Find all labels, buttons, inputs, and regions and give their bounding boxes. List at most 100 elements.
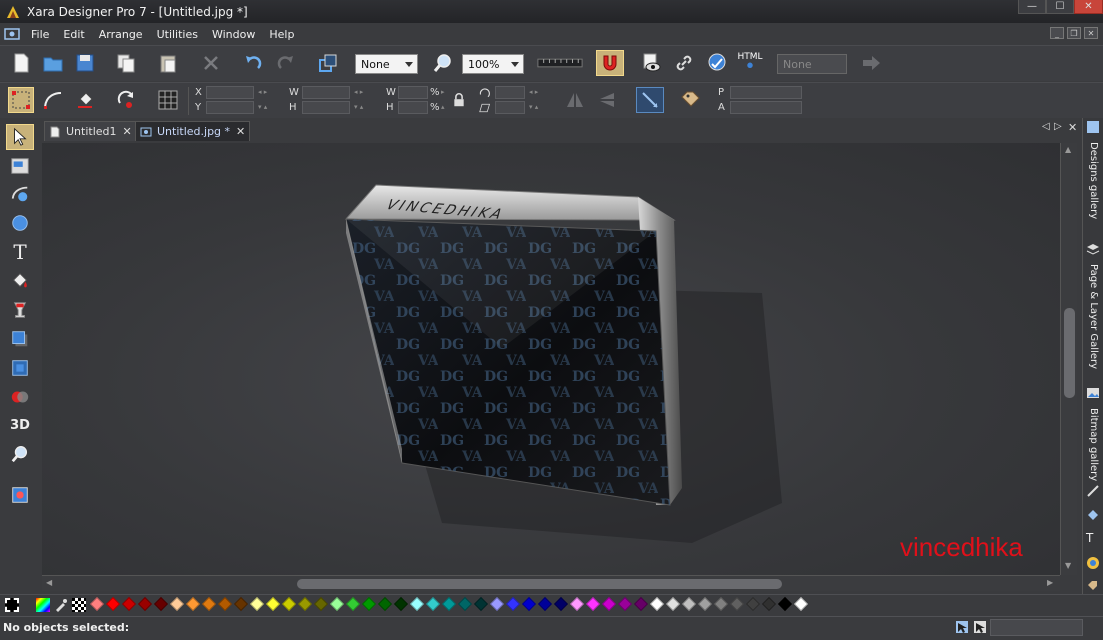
scroll-left-icon[interactable]: ◀ [46,578,52,587]
colour-swatch[interactable] [409,596,425,612]
bezier-icon[interactable] [40,87,66,113]
selection-status-icon[interactable] [955,620,969,634]
tag-icon[interactable] [677,87,703,113]
colour-swatch[interactable] [569,596,585,612]
colour-swatch[interactable] [153,596,169,612]
box-artwork[interactable]: DG VA VINCEDHIKA [42,143,1060,575]
rotate-icon[interactable] [113,87,139,113]
colour-swatch[interactable] [713,596,729,612]
colour-swatch[interactable] [761,596,777,612]
zoom-tool[interactable] [6,441,34,467]
document-icon[interactable] [4,27,20,41]
shape-editor-tool[interactable] [6,181,34,207]
colour-swatch[interactable] [361,596,377,612]
paste-button[interactable] [155,50,181,76]
colour-swatch[interactable] [521,596,537,612]
no-colour-swatch[interactable] [5,598,19,612]
menu-utilities[interactable]: Utilities [150,28,205,41]
quality-select[interactable]: None [355,54,418,74]
p-field[interactable] [730,86,802,99]
a-field[interactable] [730,101,802,114]
colour-swatch[interactable] [729,596,745,612]
tab-close-icon[interactable]: ✕ [123,125,132,138]
colour-swatch[interactable] [393,596,409,612]
colour-swatch[interactable] [249,596,265,612]
undo-button[interactable] [240,50,266,76]
colour-swatch[interactable] [649,596,665,612]
scroll-down-icon[interactable]: ▼ [1065,561,1071,570]
lock-icon[interactable] [450,89,468,111]
colour-swatch[interactable] [425,596,441,612]
colour-swatch[interactable] [169,596,185,612]
colour-swatch[interactable] [617,596,633,612]
blend-tool[interactable] [6,384,34,410]
horizontal-scrollbar[interactable]: ◀ ▶ [42,575,1060,591]
height-field[interactable] [302,101,350,114]
vertical-scrollbar[interactable]: ▲ ▼ [1060,143,1077,575]
maximize-button[interactable]: ☐ [1046,0,1074,14]
scale-height-field[interactable] [398,101,428,114]
mdi-close-button[interactable]: ✕ [1084,27,1098,39]
name-gallery-icon[interactable] [1086,579,1100,593]
rotation-field[interactable] [495,86,525,99]
colour-swatch[interactable] [697,596,713,612]
redo-button[interactable] [273,50,299,76]
designs-gallery-tab[interactable]: Designs gallery [1085,120,1102,228]
page-layer-gallery-tab[interactable]: Page & Layer Gallery [1085,242,1102,370]
colour-swatch[interactable] [105,596,121,612]
colour-swatch[interactable] [329,596,345,612]
link-icon[interactable] [671,50,697,76]
scroll-right-icon[interactable]: ▶ [1047,578,1053,587]
fill-icon[interactable] [72,87,98,113]
mdi-minimize-button[interactable]: _ [1050,27,1064,39]
colour-swatch[interactable] [537,596,553,612]
colour-swatch[interactable] [777,596,793,612]
html-button[interactable]: HTML [735,50,765,76]
magnet-snap-button[interactable] [596,50,624,76]
selector-options-button[interactable] [8,87,34,113]
zoom-select[interactable]: 100% [462,54,524,74]
x-field[interactable] [206,86,254,99]
width-spinner[interactable]: ◂ ▸ [354,88,363,96]
vertical-scroll-thumb[interactable] [1064,308,1075,398]
colour-swatch[interactable] [585,596,601,612]
bevel-tool[interactable] [6,355,34,381]
colour-swatch[interactable] [345,596,361,612]
menu-arrange[interactable]: Arrange [92,28,150,41]
shadow-tool[interactable] [6,326,34,352]
rotation-spinner[interactable]: ◂ ▸ [529,88,538,96]
zoom-tool-button[interactable] [430,50,456,76]
tab-scroll-right-icon[interactable]: ▷ [1054,121,1062,132]
copy-button[interactable] [113,50,139,76]
colour-swatch[interactable] [313,596,329,612]
ruler-button[interactable] [535,50,585,76]
colour-swatch[interactable] [745,596,761,612]
skew-field[interactable] [495,101,525,114]
colour-gallery-icon[interactable] [1086,556,1100,570]
transparency-tool[interactable] [6,297,34,323]
colour-swatch[interactable] [489,596,505,612]
menu-file[interactable]: File [24,28,56,41]
mdi-restore-button[interactable]: ❐ [1067,27,1081,39]
font-gallery-icon[interactable]: T [1086,531,1100,545]
colour-swatch[interactable] [297,596,313,612]
selector-tool[interactable] [6,124,34,150]
colour-swatch[interactable] [473,596,489,612]
colour-picker-icon[interactable] [54,598,68,612]
web-publish-button[interactable] [704,50,730,76]
tab-untitled1[interactable]: Untitled1 ✕ [44,121,137,141]
colour-swatch[interactable] [201,596,217,612]
save-button[interactable] [72,50,98,76]
fill-tool[interactable] [6,268,34,294]
bitmap-gallery-tab[interactable]: Bitmap gallery [1085,386,1102,486]
colour-swatch[interactable] [137,596,153,612]
colour-swatch[interactable] [601,596,617,612]
colour-swatch[interactable] [441,596,457,612]
menu-window[interactable]: Window [205,28,262,41]
scale-width-spinner[interactable]: ▸ [441,88,445,96]
y-spinner[interactable]: ▾ ▴ [258,103,267,111]
colour-swatch[interactable] [457,596,473,612]
colour-swatch[interactable] [665,596,681,612]
live-effects-tool[interactable] [6,482,34,508]
text-tool[interactable]: T [6,239,34,265]
